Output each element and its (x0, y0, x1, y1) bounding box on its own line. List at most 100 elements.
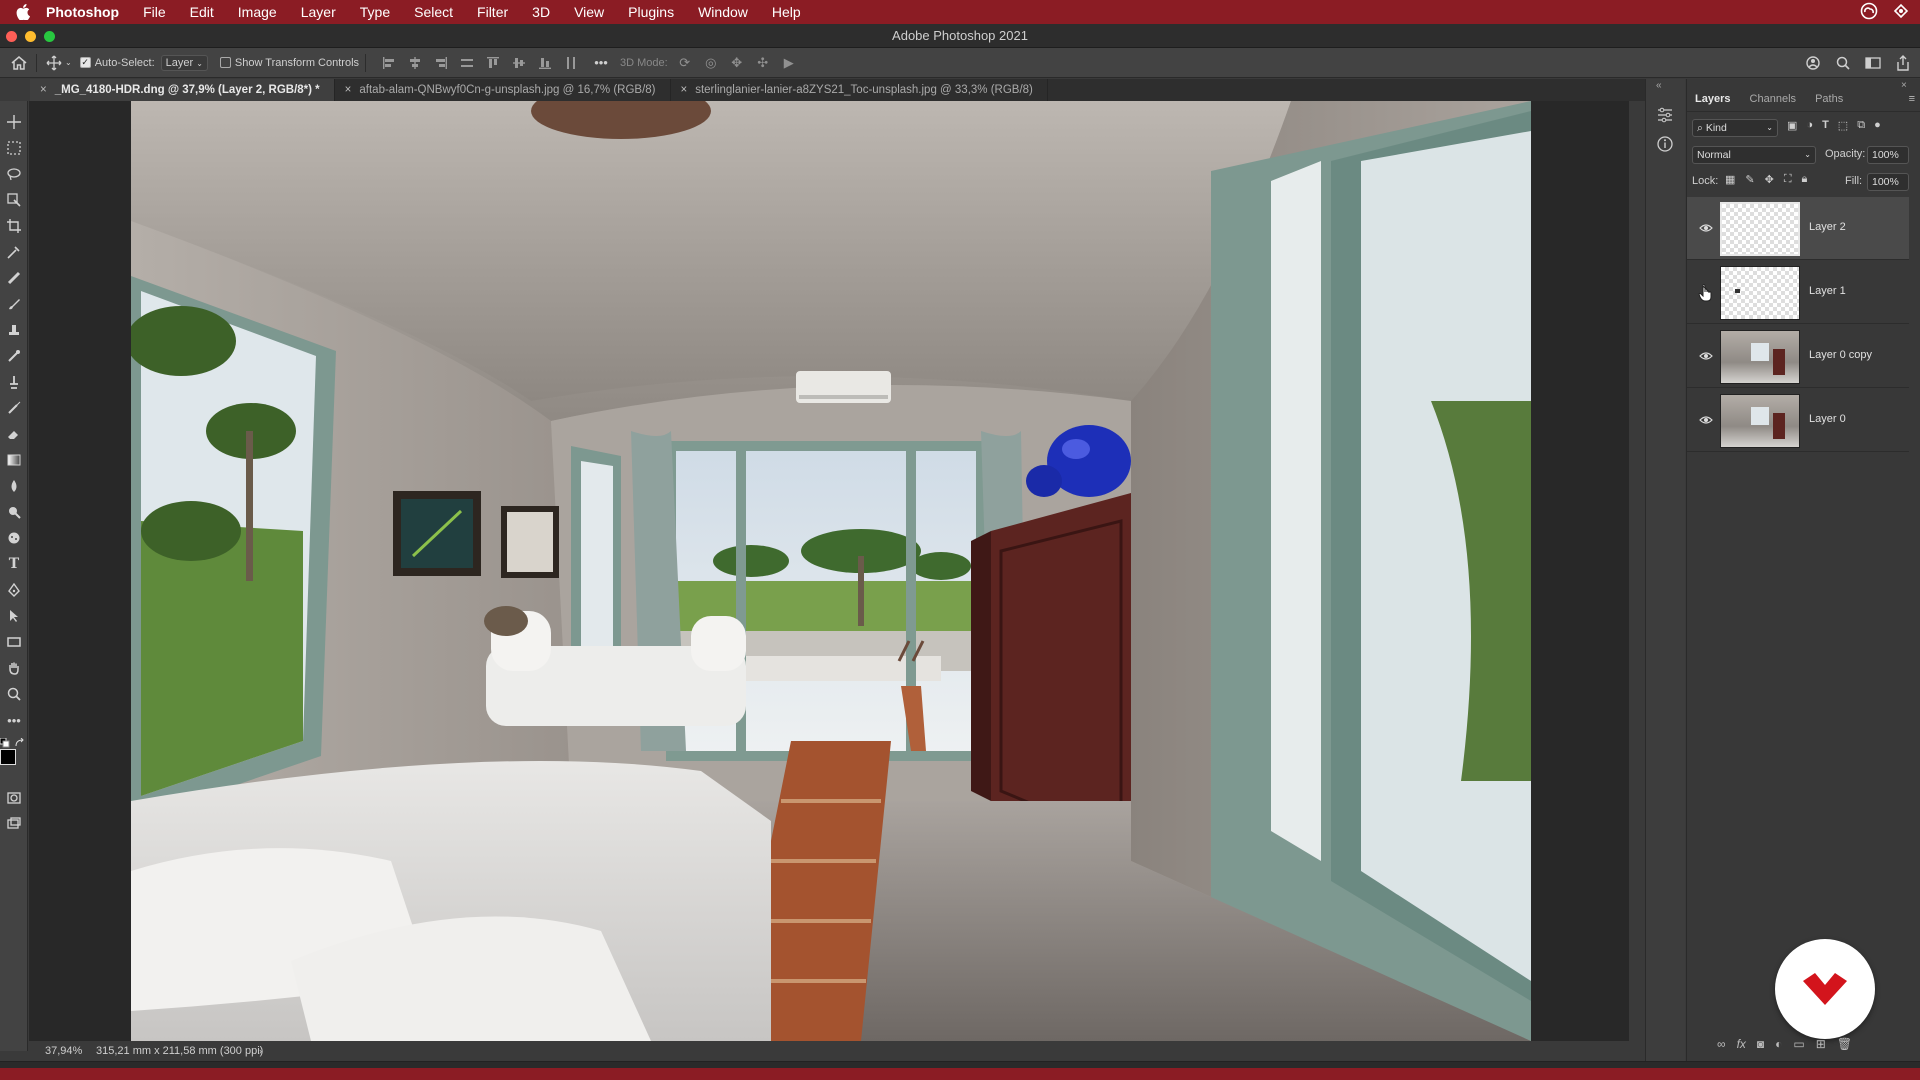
menu-help[interactable]: Help (760, 0, 813, 24)
layer-row-layer-0-copy[interactable]: Layer 0 copy (1687, 325, 1909, 388)
close-tab-icon[interactable]: × (345, 84, 352, 96)
menu-edit[interactable]: Edit (178, 0, 226, 24)
clone-stamp-tool-icon[interactable] (3, 319, 25, 341)
layer-name[interactable]: Layer 0 (1809, 413, 1846, 425)
tab-document-2[interactable]: × aftab-alam-QNBwyf0Cn-g-unsplash.jpg @ 1… (335, 79, 671, 101)
chevron-down-icon[interactable]: ⌄ (65, 58, 72, 67)
collapse-panels-icon[interactable]: « (1656, 80, 1662, 91)
new-group-icon[interactable]: ▭ (1793, 1037, 1804, 1051)
menu-image[interactable]: Image (226, 0, 289, 24)
auto-select-dropdown[interactable]: Layer ⌄ (160, 54, 208, 71)
object-selection-tool-icon[interactable] (3, 189, 25, 211)
layer-name[interactable]: Layer 1 (1809, 285, 1846, 297)
zoom-tool-icon[interactable] (3, 683, 25, 705)
visibility-eye-icon[interactable] (1699, 413, 1713, 427)
more-options-icon[interactable]: ••• (590, 52, 612, 74)
edit-toolbar-icon[interactable]: ••• (3, 709, 25, 731)
close-tab-icon[interactable]: × (40, 84, 47, 96)
zoom-level[interactable]: 37,94% (45, 1041, 82, 1061)
panel-menu-icon[interactable]: ≡ (1909, 86, 1915, 112)
layer-name[interactable]: Layer 0 copy (1809, 349, 1872, 361)
eyedropper-tool-icon[interactable] (3, 241, 25, 263)
layer-style-icon[interactable]: fx (1737, 1037, 1746, 1051)
art-history-brush-icon[interactable] (3, 397, 25, 419)
new-adjustment-layer-icon[interactable]: ◐ (1775, 1037, 1782, 1051)
zoom-window-button[interactable] (44, 31, 55, 42)
share-user-icon[interactable] (1802, 52, 1824, 74)
lasso-tool-icon[interactable] (3, 163, 25, 185)
creative-cloud-icon[interactable] (1860, 2, 1878, 23)
foreground-color-swatch[interactable] (0, 749, 16, 765)
pen-tool-icon[interactable] (3, 579, 25, 601)
control-center-icon[interactable] (1892, 2, 1910, 23)
tab-document-1[interactable]: × _MG_4180-HDR.dng @ 37,9% (Layer 2, RGB/… (30, 79, 335, 101)
transform-controls-checkbox[interactable] (219, 57, 231, 68)
type-filter-icon[interactable]: T (1822, 119, 1829, 132)
workspace-icon[interactable] (1862, 52, 1884, 74)
add-mask-icon[interactable]: ◙ (1757, 1037, 1764, 1051)
swap-colors-icon[interactable] (15, 735, 25, 753)
dodge-tool-icon[interactable] (3, 501, 25, 523)
link-layers-icon[interactable]: ∞ (1717, 1037, 1726, 1051)
adjustments-icon[interactable] (1656, 107, 1674, 128)
fill-input[interactable]: 100% (1867, 173, 1909, 191)
blur-tool-icon[interactable] (3, 475, 25, 497)
pixel-filter-icon[interactable]: ▣ (1787, 119, 1797, 132)
3d-orbit-icon[interactable]: ⟳ (674, 52, 696, 74)
layer-row-layer-2[interactable]: Layer 2 (1687, 197, 1909, 260)
menu-layer[interactable]: Layer (289, 0, 348, 24)
lock-artboard-icon[interactable]: ⛶ (1784, 173, 1792, 186)
visibility-eye-icon[interactable] (1699, 349, 1713, 363)
align-right-icon[interactable] (430, 52, 452, 74)
marquee-tool-icon[interactable] (3, 137, 25, 159)
layer-row-layer-0[interactable]: Layer 0 (1687, 389, 1909, 452)
filter-toggle-icon[interactable]: ● (1874, 119, 1881, 132)
visibility-eye-icon[interactable] (1699, 221, 1713, 235)
3d-slide-icon[interactable]: ✣ (752, 52, 774, 74)
search-icon[interactable] (1832, 52, 1854, 74)
healing-brush-tool-icon[interactable] (3, 267, 25, 289)
smart-object-filter-icon[interactable]: ⧉ (1857, 119, 1865, 132)
eraser-tool-icon[interactable] (3, 423, 25, 445)
brush-tool-icon[interactable] (3, 293, 25, 315)
layer-row-layer-1[interactable]: Layer 1 (1687, 261, 1909, 324)
menu-plugins[interactable]: Plugins (616, 0, 686, 24)
apple-icon[interactable] (12, 1, 34, 23)
share-icon[interactable] (1892, 52, 1914, 74)
minimize-window-button[interactable] (25, 31, 36, 42)
stamp-tool-icon[interactable] (3, 371, 25, 393)
shape-filter-icon[interactable]: ⬚ (1838, 119, 1848, 132)
default-colors-icon[interactable] (0, 735, 10, 748)
menu-app-name[interactable]: Photoshop (34, 0, 131, 24)
move-tool-icon[interactable] (3, 111, 25, 133)
close-window-button[interactable] (6, 31, 17, 42)
3d-roll-icon[interactable]: ◎ (700, 52, 722, 74)
hand-tool-icon[interactable] (3, 657, 25, 679)
crop-tool-icon[interactable] (3, 215, 25, 237)
adjustment-filter-icon[interactable]: ◑ (1806, 119, 1813, 132)
layer-name[interactable]: Layer 2 (1809, 221, 1846, 233)
3d-scale-icon[interactable]: ▶ (778, 52, 800, 74)
distribute-vertical-icon[interactable] (560, 52, 582, 74)
align-middle-icon[interactable] (508, 52, 530, 74)
tab-paths[interactable]: Paths (1807, 86, 1851, 112)
tab-layers[interactable]: Layers (1687, 86, 1738, 112)
menu-filter[interactable]: Filter (465, 0, 520, 24)
path-selection-tool-icon[interactable] (3, 605, 25, 627)
menu-3d[interactable]: 3D (520, 0, 562, 24)
opacity-input[interactable]: 100% (1867, 146, 1909, 164)
menu-type[interactable]: Type (348, 0, 402, 24)
gradient-tool-icon[interactable] (3, 449, 25, 471)
chevron-right-icon[interactable]: › (259, 1041, 262, 1061)
info-icon[interactable] (1656, 135, 1674, 158)
layer-filter-dropdown[interactable]: ⌕ Kind ⌄ (1692, 119, 1778, 137)
menu-file[interactable]: File (131, 0, 178, 24)
document-canvas-image[interactable] (131, 101, 1531, 1041)
blend-mode-dropdown[interactable]: Normal ⌄ (1692, 146, 1816, 164)
lock-all-icon[interactable]: 🔒︎ (1802, 173, 1808, 186)
distribute-icon[interactable] (456, 52, 478, 74)
menu-view[interactable]: View (562, 0, 616, 24)
move-tool-icon[interactable] (43, 52, 65, 74)
delete-layer-icon[interactable]: 🗑︎ (1837, 1037, 1852, 1051)
menu-select[interactable]: Select (402, 0, 465, 24)
